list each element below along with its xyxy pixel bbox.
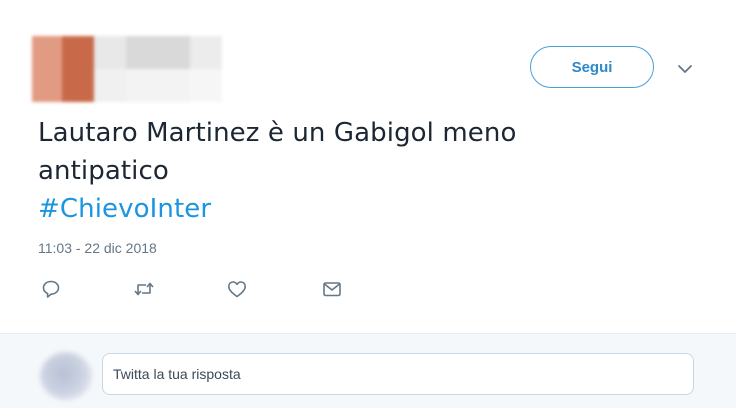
name-pixel	[190, 36, 222, 69]
handle-pixel	[190, 69, 222, 102]
retweet-icon[interactable]	[133, 278, 155, 300]
tweet-timestamp[interactable]: 11:03 - 22 dic 2018	[38, 240, 157, 256]
like-icon[interactable]	[226, 278, 248, 300]
reply-icon[interactable]	[40, 278, 62, 300]
name-pixel	[94, 36, 126, 69]
handle-pixel	[126, 69, 190, 102]
reply-input[interactable]: Twitta la tua risposta	[102, 353, 694, 395]
tweet-text-line-2: antipatico	[38, 156, 169, 186]
hashtag-link[interactable]: #ChievoInter	[38, 190, 638, 228]
avatar-left-pixel	[32, 36, 62, 102]
follow-button[interactable]: Segui	[530, 46, 654, 88]
chevron-down-icon[interactable]	[676, 62, 694, 76]
avatar-right-pixel	[62, 36, 94, 102]
redacted-author-header[interactable]	[32, 36, 222, 102]
message-icon[interactable]	[321, 278, 343, 300]
tweet-body: Lautaro Martinez è un Gabigol meno antip…	[38, 114, 638, 228]
tweet-text-line-1: Lautaro Martinez è un Gabigol meno	[38, 118, 517, 148]
name-pixel	[126, 36, 190, 69]
user-avatar	[40, 352, 92, 400]
handle-pixel	[94, 69, 126, 102]
tweet-card: Segui Lautaro Martinez è un Gabigol meno…	[0, 0, 736, 408]
